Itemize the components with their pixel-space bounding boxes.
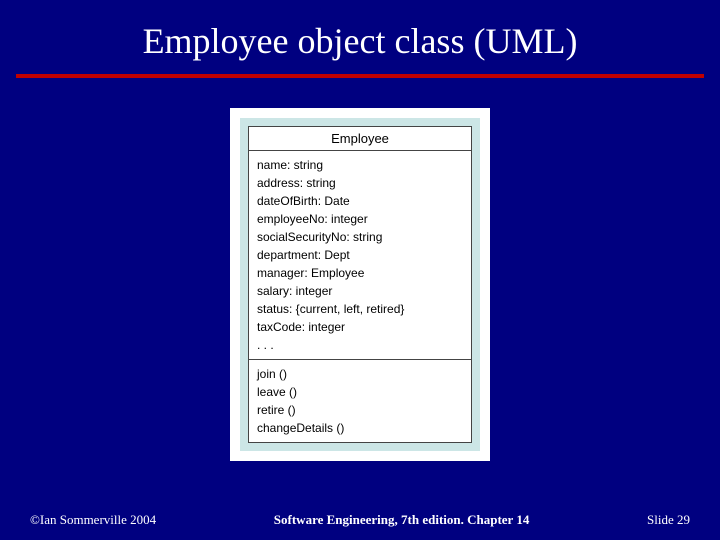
- uml-attribute: dateOfBirth: Date: [257, 192, 463, 210]
- slide-label: Slide: [647, 512, 674, 527]
- uml-method: retire (): [257, 401, 463, 419]
- uml-attribute: department: Dept: [257, 246, 463, 264]
- diagram-canvas: Employee name: stringaddress: stringdate…: [230, 108, 490, 461]
- uml-method: changeDetails (): [257, 419, 463, 437]
- uml-attribute: manager: Employee: [257, 264, 463, 282]
- uml-attribute: employeeNo: integer: [257, 210, 463, 228]
- uml-attribute: name: string: [257, 156, 463, 174]
- uml-attribute: socialSecurityNo: string: [257, 228, 463, 246]
- uml-attribute: address: string: [257, 174, 463, 192]
- uml-class-box: Employee name: stringaddress: stringdate…: [240, 118, 480, 451]
- uml-attribute: salary: integer: [257, 282, 463, 300]
- slide-title: Employee object class (UML): [0, 0, 720, 74]
- slide-number: 29: [677, 512, 690, 527]
- uml-methods: join ()leave ()retire ()changeDetails (): [248, 360, 472, 443]
- uml-method: leave (): [257, 383, 463, 401]
- footer-copyright: ©Ian Sommerville 2004: [30, 512, 156, 528]
- uml-method: join (): [257, 365, 463, 383]
- uml-attributes: name: stringaddress: stringdateOfBirth: …: [248, 151, 472, 360]
- title-rule: [16, 74, 704, 78]
- uml-attribute: status: {current, left, retired}: [257, 300, 463, 318]
- uml-attribute: taxCode: integer: [257, 318, 463, 336]
- footer: ©Ian Sommerville 2004 Software Engineeri…: [0, 512, 720, 528]
- footer-center: Software Engineering, 7th edition. Chapt…: [274, 512, 530, 528]
- footer-slide: Slide 29: [647, 512, 690, 528]
- diagram-container: Employee name: stringaddress: stringdate…: [0, 108, 720, 461]
- uml-attribute: . . .: [257, 336, 463, 354]
- uml-class-name: Employee: [248, 126, 472, 151]
